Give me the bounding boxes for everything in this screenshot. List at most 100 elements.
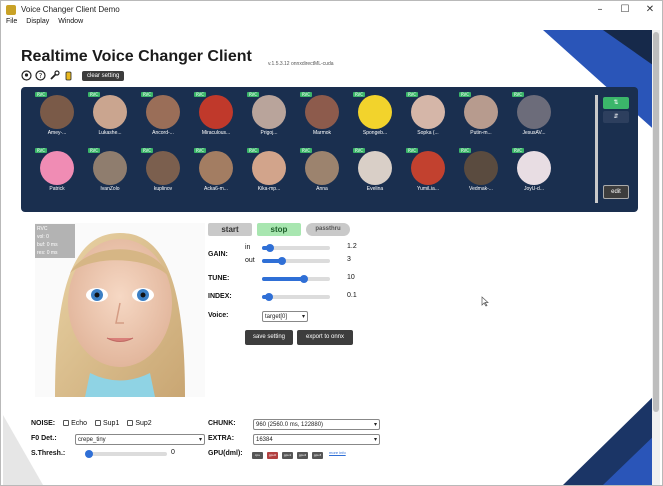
extra-select-value: 16384 xyxy=(256,437,273,443)
chunk-select[interactable]: 960 (2560.0 ms, 122880) ▾ xyxy=(253,419,380,430)
model-name: Lukashe... xyxy=(98,130,122,136)
more-info-link[interactable]: more info xyxy=(329,450,346,455)
f0-select-value: crepe_tiny xyxy=(78,437,106,443)
noise-row: NOISE: Echo Sup1 Sup2 xyxy=(31,420,152,427)
cup-icon[interactable] xyxy=(63,70,74,81)
model-badge: RVC xyxy=(194,148,207,153)
model-slot[interactable]: RVC Vedmak-... xyxy=(459,148,503,192)
help-icon[interactable]: ? xyxy=(35,70,46,81)
model-badge: RVC xyxy=(88,148,101,153)
page-scrollbar[interactable] xyxy=(652,30,660,485)
app-icon xyxy=(6,4,16,15)
voice-select[interactable]: target[0] ▾ xyxy=(262,311,308,322)
model-name: Miraculous... xyxy=(201,130,231,136)
model-badge: RVC xyxy=(247,92,260,97)
model-slot[interactable]: RVC Sopka (... xyxy=(406,92,450,136)
model-slot[interactable]: RVC JoyU-d... xyxy=(512,148,556,192)
model-slot[interactable]: RVC Putin-m... xyxy=(459,92,503,136)
model-slot[interactable]: RVC Evelina xyxy=(353,148,397,192)
model-avatar xyxy=(40,151,74,185)
model-slot[interactable]: RVC Lukashe... xyxy=(88,92,132,136)
model-slot[interactable]: RVC YumiLia... xyxy=(406,148,450,192)
passthru-button[interactable]: passthru xyxy=(306,223,350,236)
stop-button[interactable]: stop xyxy=(257,223,301,236)
title-bar: Voice Changer Client Demo – ☐ ✕ xyxy=(1,1,662,18)
model-avatar xyxy=(305,151,339,185)
model-avatar xyxy=(146,95,180,129)
model-avatar xyxy=(93,95,127,129)
gpu-cpu-button[interactable]: cpu xyxy=(252,452,263,459)
sthresh-slider[interactable] xyxy=(84,450,167,458)
model-slot[interactable]: RVC Acka6-m... xyxy=(194,148,238,192)
sort-up-button[interactable]: ⇅ xyxy=(603,97,629,109)
gpu-2-button[interactable]: gpu2 xyxy=(297,452,308,459)
model-badge: RVC xyxy=(141,92,154,97)
sup1-label: Sup1 xyxy=(103,420,120,427)
menu-display[interactable]: Display xyxy=(26,18,49,30)
menu-file[interactable]: File xyxy=(6,18,17,30)
gpu-0-button[interactable]: gpu0 xyxy=(267,452,278,459)
tune-slider[interactable] xyxy=(262,275,330,283)
f0-label: F0 Det.: xyxy=(31,435,57,442)
echo-checkbox[interactable] xyxy=(63,420,70,427)
model-badge: RVC xyxy=(247,148,260,153)
close-button[interactable]: ✕ xyxy=(639,2,661,17)
gain-in-value: 1.2 xyxy=(347,243,357,250)
model-avatar xyxy=(411,151,445,185)
model-avatar xyxy=(517,151,551,185)
tune-label: TUNE: xyxy=(208,275,230,282)
model-badge: RVC xyxy=(512,92,525,97)
edit-button[interactable]: edit xyxy=(603,185,629,199)
model-slot[interactable]: RVC IvanZolo xyxy=(88,148,132,192)
maximize-button[interactable]: ☐ xyxy=(614,2,636,17)
model-slot[interactable]: RVC Amey-... xyxy=(35,92,79,136)
menu-window[interactable]: Window xyxy=(58,18,83,30)
index-slider[interactable] xyxy=(262,293,330,301)
chevron-down-icon: ▾ xyxy=(301,314,305,320)
model-slot[interactable]: RVC Anna xyxy=(300,148,344,192)
model-name: Putin-m... xyxy=(470,130,492,136)
model-name: YumiLia... xyxy=(417,186,439,192)
model-slot[interactable]: RVC Ancord-... xyxy=(141,92,185,136)
wrench-icon[interactable] xyxy=(49,70,60,81)
model-slot[interactable]: RVC Miraculous... xyxy=(194,92,238,136)
model-name: Sopka (... xyxy=(417,130,439,136)
model-slot-panel: RVC Amey-... RVC Lukashe... RVC Ancord-... RVC… xyxy=(21,87,638,212)
model-avatar xyxy=(252,151,286,185)
panel-scrollbar[interactable] xyxy=(595,95,598,203)
model-slot[interactable]: RVC kuplinov xyxy=(141,148,185,192)
app-window: Voice Changer Client Demo – ☐ ✕ File Dis… xyxy=(0,0,663,486)
sort-down-button[interactable]: ⇵ xyxy=(603,111,629,123)
page-scrollbar-thumb[interactable] xyxy=(653,32,659,412)
model-badge: RVC xyxy=(300,92,313,97)
save-setting-button[interactable]: save setting xyxy=(245,330,293,345)
github-icon[interactable] xyxy=(21,70,32,81)
gain-out-slider[interactable] xyxy=(262,257,330,265)
model-slot[interactable]: RVC Prigoj... xyxy=(247,92,291,136)
model-slot[interactable]: RVC Marmok xyxy=(300,92,344,136)
model-slot[interactable]: RVC Kika-mp... xyxy=(247,148,291,192)
model-slot[interactable]: RVC JesusAV... xyxy=(512,92,556,136)
model-avatar xyxy=(252,95,286,129)
gain-out-value: 3 xyxy=(347,256,351,263)
model-slot[interactable]: RVC Spongeb... xyxy=(353,92,397,136)
model-name: Vedmak-... xyxy=(469,186,493,192)
model-badge: RVC xyxy=(406,92,419,97)
start-button[interactable]: start xyxy=(208,223,252,236)
page-title: Realtime Voice Changer Client xyxy=(21,48,252,65)
gain-in-slider[interactable] xyxy=(262,244,330,252)
model-badge: RVC xyxy=(88,92,101,97)
model-slot[interactable]: RVC Patrick xyxy=(35,148,79,192)
sup1-checkbox[interactable] xyxy=(95,420,101,427)
export-onnx-button[interactable]: export to onnx xyxy=(297,330,353,345)
extra-select[interactable]: 16384 ▾ xyxy=(253,434,380,445)
sup2-checkbox[interactable] xyxy=(127,420,134,427)
model-avatar xyxy=(464,151,498,185)
gpu-3-button[interactable]: gpu3 xyxy=(312,452,323,459)
gpu-1-button[interactable]: gpu1 xyxy=(282,452,293,459)
minimize-button[interactable]: – xyxy=(589,2,611,17)
clear-setting-button[interactable]: clear setting xyxy=(82,70,125,81)
model-badge: RVC xyxy=(353,92,366,97)
window-title: Voice Changer Client Demo xyxy=(21,5,120,14)
f0-select[interactable]: crepe_tiny ▾ xyxy=(75,434,205,445)
